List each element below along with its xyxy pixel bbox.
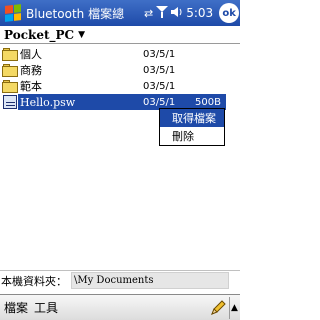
local-folder-bar: 本機資料夾： \My Documents: [0, 270, 240, 290]
file-name: Hello.psw: [20, 95, 76, 109]
file-name: 範本: [20, 80, 42, 93]
folder-icon: [2, 79, 18, 93]
file-menu[interactable]: 檔案: [0, 299, 30, 316]
file-size: 500B: [195, 96, 221, 108]
list-item[interactable]: 個人 03/5/1: [0, 46, 240, 62]
app-title: Bluetooth 檔案總: [26, 6, 125, 21]
windows-flag-icon: [5, 4, 21, 22]
signal-icon[interactable]: [156, 5, 169, 21]
local-folder-path[interactable]: \My Documents: [71, 272, 229, 289]
chevron-down-icon: ▼: [78, 29, 85, 40]
menu-bar: 檔案 工具 ▲: [0, 294, 240, 320]
volume-icon[interactable]: [171, 6, 183, 21]
file-list: 個人 03/5/1 商務 03/5/1 範本 03/5/1 Hello.psw …: [0, 46, 240, 110]
file-name: 商務: [20, 64, 42, 77]
file-date: 03/5/1: [143, 96, 176, 108]
clock[interactable]: 5:03: [186, 6, 213, 20]
list-item[interactable]: 商務 03/5/1: [0, 62, 240, 78]
folder-icon: [2, 63, 18, 77]
location-label: Pocket_PC: [4, 27, 75, 42]
tools-menu[interactable]: 工具: [30, 299, 60, 316]
sync-icon[interactable]: ⇄: [144, 7, 153, 20]
folder-icon: [2, 47, 18, 61]
input-panel-arrow-icon[interactable]: ▲: [229, 296, 239, 319]
pencil-icon[interactable]: [209, 299, 227, 317]
file-name: 個人: [20, 48, 42, 61]
menu-item-get-file[interactable]: 取得檔案: [160, 109, 224, 127]
context-menu: 取得檔案 刪除: [159, 108, 225, 146]
local-folder-label: 本機資料夾：: [1, 274, 67, 288]
location-dropdown[interactable]: Pocket_PC ▼: [0, 26, 240, 44]
file-date: 03/5/1: [143, 80, 176, 92]
start-button[interactable]: [0, 0, 26, 26]
file-date: 03/5/1: [143, 48, 176, 60]
file-icon: [2, 95, 18, 109]
title-bar: Bluetooth 檔案總 ⇄ 5:03 ok: [0, 0, 240, 26]
list-item[interactable]: 範本 03/5/1: [0, 78, 240, 94]
ok-button[interactable]: ok: [219, 3, 240, 23]
menu-item-delete[interactable]: 刪除: [160, 127, 224, 145]
file-date: 03/5/1: [143, 64, 176, 76]
